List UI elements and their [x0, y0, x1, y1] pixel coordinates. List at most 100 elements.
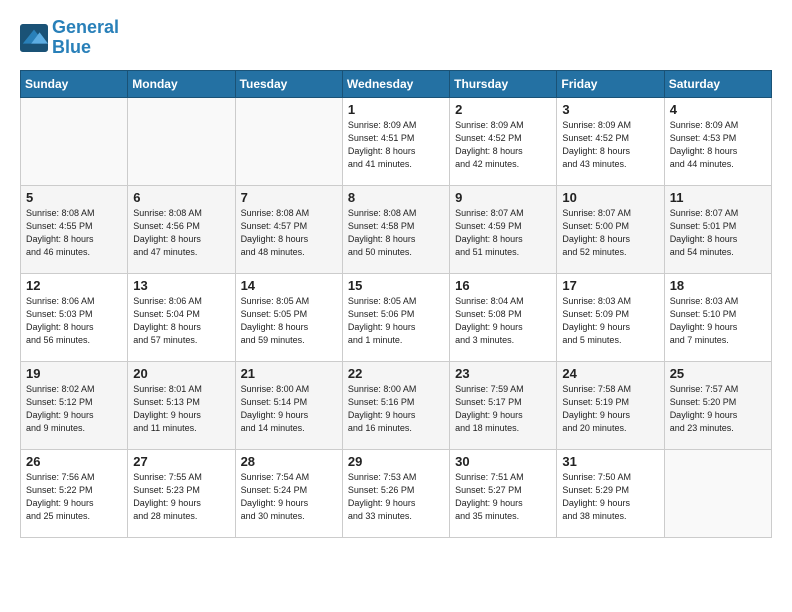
header-saturday: Saturday — [664, 70, 771, 97]
day-number: 23 — [455, 366, 551, 381]
week-row-2: 5Sunrise: 8:08 AM Sunset: 4:55 PM Daylig… — [21, 185, 772, 273]
day-info: Sunrise: 8:07 AM Sunset: 4:59 PM Dayligh… — [455, 207, 551, 259]
page-container: GeneralBlue SundayMondayTuesdayWednesday… — [0, 0, 792, 548]
day-info: Sunrise: 8:00 AM Sunset: 5:14 PM Dayligh… — [241, 383, 337, 435]
day-info: Sunrise: 8:08 AM Sunset: 4:56 PM Dayligh… — [133, 207, 229, 259]
day-info: Sunrise: 8:03 AM Sunset: 5:09 PM Dayligh… — [562, 295, 658, 347]
calendar-cell: 18Sunrise: 8:03 AM Sunset: 5:10 PM Dayli… — [664, 273, 771, 361]
day-info: Sunrise: 8:08 AM Sunset: 4:55 PM Dayligh… — [26, 207, 122, 259]
calendar-cell: 21 Sunrise: 8:00 AM Sunset: 5:14 PM Dayli… — [235, 361, 342, 449]
calendar-cell: 17 Sunrise: 8:03 AM Sunset: 5:09 PM Dayli… — [557, 273, 664, 361]
day-info: Sunrise: 8:09 AM Sunset: 4:51 PM Dayligh… — [348, 119, 444, 171]
day-number: 30 — [455, 454, 551, 469]
day-number: 10 — [562, 190, 658, 205]
day-number: 13 — [133, 278, 229, 293]
day-info: Sunrise: 8:09 AM Sunset: 4:53 PM Dayligh… — [670, 119, 766, 171]
calendar-cell: 11 Sunrise: 8:07 AM Sunset: 5:01 PM Dayli… — [664, 185, 771, 273]
day-info: Sunrise: 8:07 AM Sunset: 5:00 PM Dayligh… — [562, 207, 658, 259]
week-row-3: 12 Sunrise: 8:06 AM Sunset: 5:03 PM Dayli… — [21, 273, 772, 361]
calendar-cell: 29 Sunrise: 7:53 AM Sunset: 5:26 PM Dayli… — [342, 449, 449, 537]
calendar-cell — [664, 449, 771, 537]
logo-text-line1: GeneralBlue — [52, 18, 119, 58]
day-number: 22 — [348, 366, 444, 381]
calendar-cell: 19 Sunrise: 8:02 AM Sunset: 5:12 PM Dayli… — [21, 361, 128, 449]
day-info: Sunrise: 8:01 AM Sunset: 5:13 PM Dayligh… — [133, 383, 229, 435]
header-wednesday: Wednesday — [342, 70, 449, 97]
day-info: Sunrise: 8:06 AM Sunset: 5:03 PM Dayligh… — [26, 295, 122, 347]
day-number: 14 — [241, 278, 337, 293]
day-number: 9 — [455, 190, 551, 205]
day-number: 1 — [348, 102, 444, 117]
day-number: 3 — [562, 102, 658, 117]
day-number: 31 — [562, 454, 658, 469]
day-number: 12 — [26, 278, 122, 293]
calendar-cell: 28Sunrise: 7:54 AM Sunset: 5:24 PM Dayli… — [235, 449, 342, 537]
calendar-cell: 12 Sunrise: 8:06 AM Sunset: 5:03 PM Dayli… — [21, 273, 128, 361]
calendar-cell: 6 Sunrise: 8:08 AM Sunset: 4:56 PM Daylig… — [128, 185, 235, 273]
week-row-5: 26Sunrise: 7:56 AM Sunset: 5:22 PM Dayli… — [21, 449, 772, 537]
day-info: Sunrise: 8:02 AM Sunset: 5:12 PM Dayligh… — [26, 383, 122, 435]
day-number: 16 — [455, 278, 551, 293]
header-tuesday: Tuesday — [235, 70, 342, 97]
day-number: 4 — [670, 102, 766, 117]
calendar-cell: 20 Sunrise: 8:01 AM Sunset: 5:13 PM Dayli… — [128, 361, 235, 449]
day-number: 26 — [26, 454, 122, 469]
week-row-4: 19 Sunrise: 8:02 AM Sunset: 5:12 PM Dayli… — [21, 361, 772, 449]
header-thursday: Thursday — [450, 70, 557, 97]
day-info: Sunrise: 7:54 AM Sunset: 5:24 PM Dayligh… — [241, 471, 337, 523]
day-number: 27 — [133, 454, 229, 469]
calendar-cell: 26Sunrise: 7:56 AM Sunset: 5:22 PM Dayli… — [21, 449, 128, 537]
day-number: 2 — [455, 102, 551, 117]
day-number: 17 — [562, 278, 658, 293]
calendar-cell: 4 Sunrise: 8:09 AM Sunset: 4:53 PM Daylig… — [664, 97, 771, 185]
calendar-cell: 10 Sunrise: 8:07 AM Sunset: 5:00 PM Dayli… — [557, 185, 664, 273]
logo-icon — [20, 24, 48, 52]
calendar-cell: 16 Sunrise: 8:04 AM Sunset: 5:08 PM Dayli… — [450, 273, 557, 361]
day-info: Sunrise: 7:59 AM Sunset: 5:17 PM Dayligh… — [455, 383, 551, 435]
header-sunday: Sunday — [21, 70, 128, 97]
day-info: Sunrise: 8:08 AM Sunset: 4:57 PM Dayligh… — [241, 207, 337, 259]
day-number: 7 — [241, 190, 337, 205]
day-number: 25 — [670, 366, 766, 381]
day-number: 6 — [133, 190, 229, 205]
calendar-header-row: SundayMondayTuesdayWednesdayThursdayFrid… — [21, 70, 772, 97]
day-number: 8 — [348, 190, 444, 205]
day-info: Sunrise: 8:09 AM Sunset: 4:52 PM Dayligh… — [455, 119, 551, 171]
calendar-cell: 15 Sunrise: 8:05 AM Sunset: 5:06 PM Dayli… — [342, 273, 449, 361]
day-info: Sunrise: 8:00 AM Sunset: 5:16 PM Dayligh… — [348, 383, 444, 435]
day-info: Sunrise: 8:08 AM Sunset: 4:58 PM Dayligh… — [348, 207, 444, 259]
day-info: Sunrise: 7:57 AM Sunset: 5:20 PM Dayligh… — [670, 383, 766, 435]
calendar-table: SundayMondayTuesdayWednesdayThursdayFrid… — [20, 70, 772, 538]
calendar-cell: 14Sunrise: 8:05 AM Sunset: 5:05 PM Dayli… — [235, 273, 342, 361]
calendar-cell: 31 Sunrise: 7:50 AM Sunset: 5:29 PM Dayli… — [557, 449, 664, 537]
day-number: 21 — [241, 366, 337, 381]
day-number: 29 — [348, 454, 444, 469]
day-info: Sunrise: 7:55 AM Sunset: 5:23 PM Dayligh… — [133, 471, 229, 523]
day-number: 19 — [26, 366, 122, 381]
day-info: Sunrise: 8:04 AM Sunset: 5:08 PM Dayligh… — [455, 295, 551, 347]
day-info: Sunrise: 7:53 AM Sunset: 5:26 PM Dayligh… — [348, 471, 444, 523]
day-info: Sunrise: 8:07 AM Sunset: 5:01 PM Dayligh… — [670, 207, 766, 259]
day-info: Sunrise: 8:05 AM Sunset: 5:06 PM Dayligh… — [348, 295, 444, 347]
calendar-cell — [235, 97, 342, 185]
calendar-cell: 1 Sunrise: 8:09 AM Sunset: 4:51 PM Daylig… — [342, 97, 449, 185]
day-number: 15 — [348, 278, 444, 293]
day-info: Sunrise: 8:09 AM Sunset: 4:52 PM Dayligh… — [562, 119, 658, 171]
calendar-cell: 24Sunrise: 7:58 AM Sunset: 5:19 PM Dayli… — [557, 361, 664, 449]
calendar-cell: 23 Sunrise: 7:59 AM Sunset: 5:17 PM Dayli… — [450, 361, 557, 449]
calendar-cell: 13 Sunrise: 8:06 AM Sunset: 5:04 PM Dayli… — [128, 273, 235, 361]
calendar-cell: 9 Sunrise: 8:07 AM Sunset: 4:59 PM Daylig… — [450, 185, 557, 273]
calendar-cell: 22 Sunrise: 8:00 AM Sunset: 5:16 PM Dayli… — [342, 361, 449, 449]
logo: GeneralBlue — [20, 18, 119, 58]
calendar-cell: 27 Sunrise: 7:55 AM Sunset: 5:23 PM Dayli… — [128, 449, 235, 537]
day-info: Sunrise: 7:50 AM Sunset: 5:29 PM Dayligh… — [562, 471, 658, 523]
day-number: 18 — [670, 278, 766, 293]
header-friday: Friday — [557, 70, 664, 97]
header: GeneralBlue — [20, 18, 772, 58]
calendar-cell: 7 Sunrise: 8:08 AM Sunset: 4:57 PM Daylig… — [235, 185, 342, 273]
day-number: 11 — [670, 190, 766, 205]
calendar-cell: 5Sunrise: 8:08 AM Sunset: 4:55 PM Daylig… — [21, 185, 128, 273]
day-info: Sunrise: 8:06 AM Sunset: 5:04 PM Dayligh… — [133, 295, 229, 347]
calendar-cell: 30Sunrise: 7:51 AM Sunset: 5:27 PM Dayli… — [450, 449, 557, 537]
day-number: 20 — [133, 366, 229, 381]
